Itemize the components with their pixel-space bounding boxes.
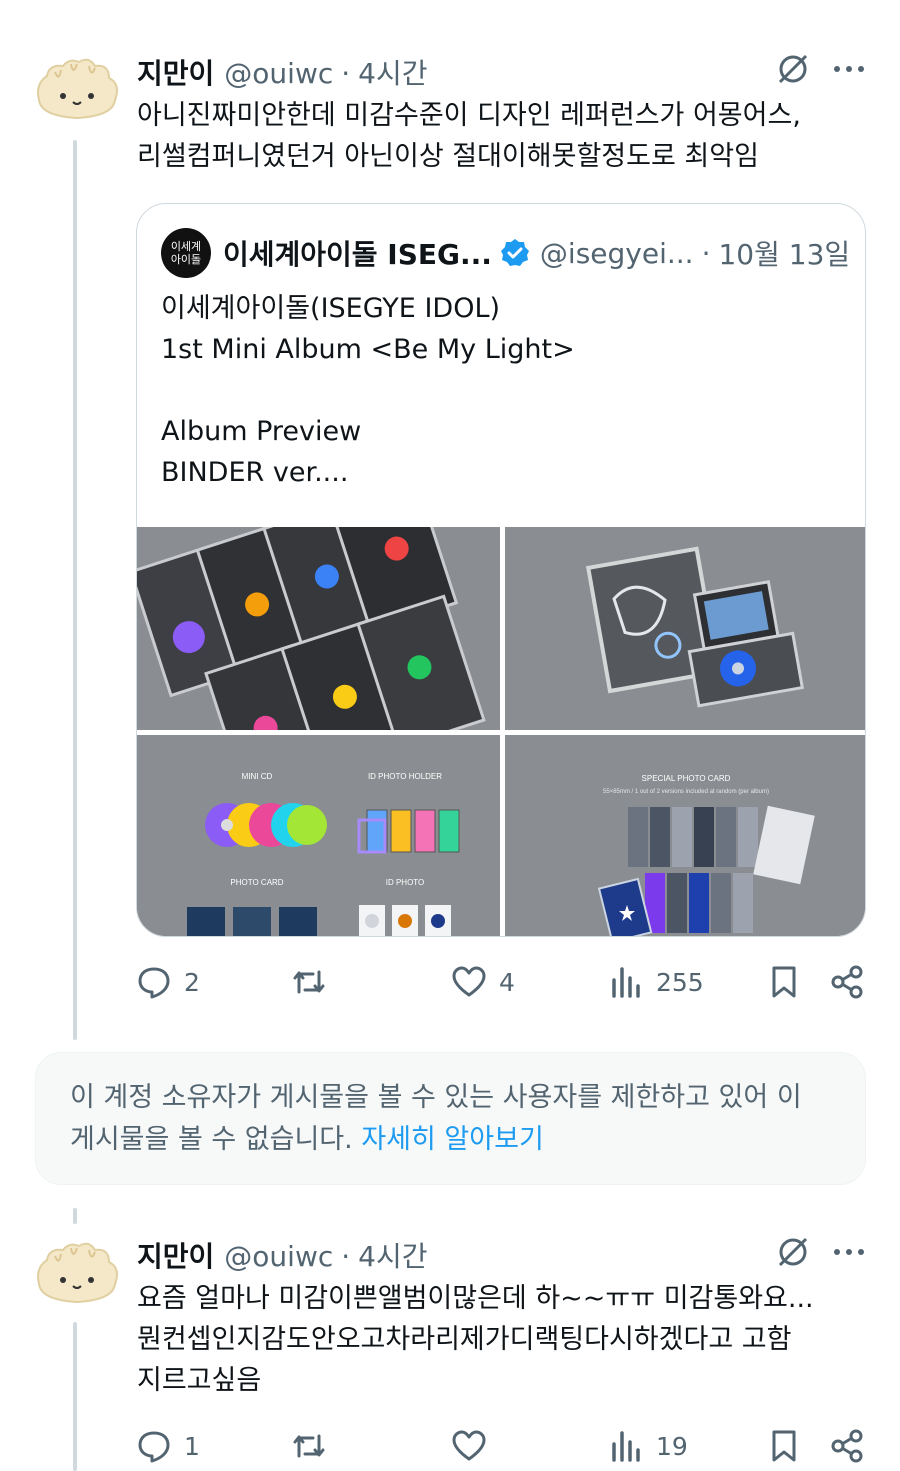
more-icon[interactable] xyxy=(832,52,866,86)
share-icon xyxy=(831,965,863,999)
views-button[interactable]: 255 xyxy=(608,964,704,1000)
quote-timestamp: 10월 13일 xyxy=(718,238,851,271)
handle[interactable]: @ouiwc xyxy=(224,1240,333,1273)
media-image[interactable] xyxy=(504,527,865,730)
views-count: 19 xyxy=(656,1431,688,1461)
grok-icon[interactable] xyxy=(776,52,810,86)
learn-more-link[interactable]: 자세히 알아보기 xyxy=(361,1124,543,1155)
heart-icon xyxy=(452,1430,486,1461)
avatar[interactable] xyxy=(33,1240,121,1306)
quote-handle: @isegyei... xyxy=(539,236,694,270)
tweet-actions: 2 4 255 xyxy=(136,964,866,1004)
like-count: 4 xyxy=(499,967,515,997)
retweet-icon xyxy=(293,970,325,994)
views-icon xyxy=(612,967,640,998)
share-button[interactable] xyxy=(830,1428,866,1464)
display-name[interactable]: 지만이 xyxy=(137,52,214,92)
views-count: 255 xyxy=(656,967,704,997)
quote-display-name: 이세계아이돌 ISEG... xyxy=(223,238,492,271)
like-button[interactable]: 4 xyxy=(451,964,515,1000)
quote-text: 이세계아이돌(ISEGYE IDOL) 1st Mini Album <Be M… xyxy=(161,293,575,488)
retweet-icon xyxy=(293,1434,325,1458)
like-button[interactable] xyxy=(451,1428,499,1464)
tweet-text: 아니진짜미안한데 미감수준이 디자인 레퍼런스가 어몽어스, 리썰컴퍼니였던거 … xyxy=(137,100,801,172)
media-label: ID PHOTO HOLDER xyxy=(368,772,442,781)
separator: · xyxy=(341,1240,351,1273)
timestamp[interactable]: 4시간 xyxy=(358,1235,427,1275)
thread-line xyxy=(73,140,77,1040)
views-icon xyxy=(612,1431,640,1462)
retweet-button[interactable] xyxy=(291,1428,339,1464)
quote-avatar[interactable]: 이세계 아이돌 xyxy=(161,228,211,278)
tweet-text: 요즘 얼마나 미감이쁜앨범이많은데 하~~ㅠㅠ 미감통와요... 뭔컨셉인지감도… xyxy=(137,1283,814,1396)
tweet-header: 지만이 @ouiwc · 4시간 xyxy=(137,1235,427,1275)
display-name[interactable]: 지만이 xyxy=(137,1235,214,1275)
media-image[interactable]: MINI CD ID PHOTO HOLDER PHOTO CARD ID PH… xyxy=(137,735,500,936)
bookmark-icon xyxy=(772,966,796,998)
tweet-actions: 1 19 xyxy=(136,1428,866,1468)
media-label: PHOTO CARD xyxy=(230,878,283,887)
handle[interactable]: @ouiwc xyxy=(224,57,333,90)
media-label: MINI CD xyxy=(242,772,273,781)
retweet-button[interactable] xyxy=(291,964,339,1000)
bookmark-icon xyxy=(772,1430,796,1462)
timestamp[interactable]: 4시간 xyxy=(358,52,427,92)
media-grid: MINI CD ID PHOTO HOLDER PHOTO CARD ID PH… xyxy=(137,527,865,936)
reply-button[interactable]: 2 xyxy=(136,964,200,1000)
separator: · xyxy=(701,236,711,270)
views-button[interactable]: 19 xyxy=(608,1428,688,1464)
verified-badge-icon xyxy=(500,239,529,266)
media-sublabel: 55×85mm / 1 out of 2 versions included a… xyxy=(603,789,769,795)
thread-line xyxy=(73,1208,77,1224)
grok-icon[interactable] xyxy=(776,1235,810,1269)
media-image[interactable] xyxy=(137,527,500,730)
restricted-notice: 이 계정 소유자가 게시물을 볼 수 있는 사용자를 제한하고 있어 이 게시물… xyxy=(35,1052,866,1185)
media-label: ID PHOTO xyxy=(386,878,425,887)
share-button[interactable] xyxy=(830,964,866,1000)
reply-button[interactable]: 1 xyxy=(136,1428,200,1464)
separator: · xyxy=(341,57,351,90)
heart-icon xyxy=(452,966,486,997)
tweet-header: 지만이 @ouiwc · 4시간 xyxy=(137,52,427,92)
reply-count: 1 xyxy=(184,1431,200,1461)
thread-line xyxy=(73,1322,77,1471)
quote-tweet-card[interactable]: 이세계 아이돌 이세계아이돌 ISEG... @isegyei... · 10월… xyxy=(136,203,866,937)
more-icon[interactable] xyxy=(832,1235,866,1269)
reply-count: 2 xyxy=(184,967,200,997)
reply-icon xyxy=(138,1431,170,1463)
bookmark-button[interactable] xyxy=(766,1428,802,1464)
reply-icon xyxy=(138,967,170,999)
avatar[interactable] xyxy=(33,56,121,122)
share-icon xyxy=(831,1429,863,1463)
bookmark-button[interactable] xyxy=(766,964,802,1000)
media-image[interactable]: SPECIAL PHOTO CARD 55×85mm / 1 out of 2 … xyxy=(504,735,865,936)
quote-header: 이세계 아이돌 이세계아이돌 ISEG... @isegyei... · 10월… xyxy=(161,228,850,278)
media-label: SPECIAL PHOTO CARD xyxy=(641,774,730,783)
